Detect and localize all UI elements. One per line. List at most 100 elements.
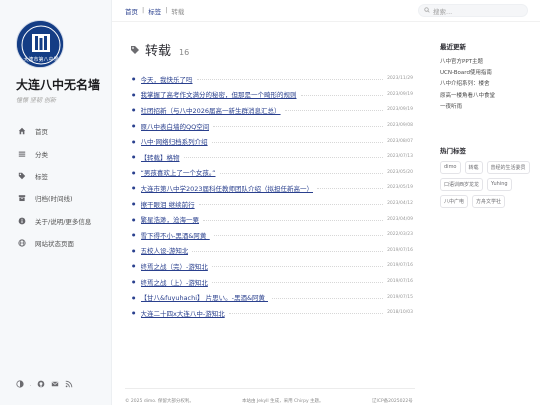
post-item[interactable]: ● “男孩喜欢上了一个女孩。” 2023/05/20	[130, 165, 413, 181]
post-item[interactable]: ● 原八中表白墙的QQ空间 2023/09/08	[130, 118, 413, 134]
github-icon[interactable]	[37, 380, 45, 390]
post-item[interactable]: ● 擦干眼泪 继续前行 2023/04/12	[130, 196, 413, 212]
post-item[interactable]: ● 终焉之战（上）-游知北 2019/07/16	[130, 274, 413, 290]
tag-chip[interactable]: 方舟文学社	[472, 195, 506, 208]
post-item[interactable]: ● 我掌握了高考作文满分的秘密，但那是一个畸形的规则 2023/09/19	[130, 87, 413, 103]
leader-dots	[219, 172, 384, 174]
search-placeholder: 搜索...	[433, 7, 453, 16]
post-title-link[interactable]: 原八中表白墙的QQ空间	[141, 121, 210, 131]
recent-update-link[interactable]: 一夜听雨	[440, 102, 535, 113]
bullet-icon: ●	[132, 138, 136, 144]
bullet-icon: ●	[132, 185, 136, 191]
sidebar-bottom	[16, 380, 73, 390]
leader-dots	[213, 235, 384, 237]
email-icon[interactable]	[51, 380, 59, 390]
footer-copyright: © 2025 dimo. 保留大部分权利。	[125, 399, 194, 404]
post-date: 2023/07/13	[387, 154, 413, 160]
tag-chip[interactable]: 曾经的生活委员	[486, 161, 530, 174]
bullet-icon: ●	[132, 232, 136, 238]
nav-item-tags[interactable]: 标签	[0, 165, 112, 187]
theme-toggle-icon[interactable]	[16, 380, 24, 390]
post-list: ● 今天，我快乐了吗 2023/11/29 ● 我掌握了高考作文满分的秘密，但那是一个畸…	[130, 71, 413, 321]
post-item[interactable]: ● 【甘八&fuyuhachi】 片思い。-黑酒&阿黄_ 2019/07/15	[130, 289, 413, 305]
nav-item-home[interactable]: 首页	[0, 120, 112, 142]
post-date: 2023/09/08	[387, 123, 413, 129]
tag-chip[interactable]: dimo	[440, 161, 461, 174]
post-title-link[interactable]: 【甘八&fuyuhachi】 片思い。-黑酒&阿黄_	[141, 292, 269, 302]
search-box[interactable]: 搜索...	[418, 4, 528, 17]
logo-text: 大連市第八中學	[23, 56, 58, 63]
post-title-link[interactable]: 五校人设-游知北	[141, 245, 189, 255]
post-title-link[interactable]: 擦干眼泪 继续前行	[141, 199, 195, 209]
trending-tags-title: 热门标签	[440, 147, 466, 155]
footer-divider	[125, 388, 415, 389]
post-title-link[interactable]: 终焉之战（上）-游知北	[141, 277, 208, 287]
nav-label: 关于/说明/更多信息	[35, 217, 92, 226]
post-title-link[interactable]: 社团招新（与八中2026届高一新生群消息汇总）	[141, 105, 281, 115]
bullet-icon: ●	[132, 123, 136, 129]
leader-dots	[211, 141, 384, 143]
post-title-link[interactable]: 终焉之战（完）-游知北	[141, 261, 208, 271]
info-icon	[17, 216, 26, 225]
site-title[interactable]: 大连八中无名墙	[16, 78, 110, 92]
rss-icon[interactable]	[65, 380, 73, 390]
post-date: 2023/11/29	[387, 76, 413, 82]
nav-item-categories[interactable]: 分类	[0, 142, 112, 164]
post-item[interactable]: ● 繁星浩渺，沧海一粟 2023/04/09	[130, 211, 413, 227]
leader-dots	[213, 126, 384, 128]
page-title: 转载	[145, 44, 172, 59]
footer-icp[interactable]: 辽ICP备2025022号	[372, 398, 413, 404]
recent-update-link[interactable]: 八中介绍系列：楼舍	[440, 79, 535, 90]
categories-icon	[17, 149, 26, 158]
post-date: 2023/04/09	[387, 216, 413, 222]
post-title-link[interactable]: 雪下得不小-黑酒&阿黄_	[141, 230, 210, 240]
nav-item-about[interactable]: 关于/说明/更多信息	[0, 210, 112, 232]
post-title-link[interactable]: 繁星浩渺，沧海一粟	[141, 214, 200, 224]
tag-chip[interactable]: 转载	[464, 161, 483, 174]
post-item[interactable]: ● 【转载】格物 2023/07/13	[130, 149, 413, 165]
nav-item-archives[interactable]: 归档(时间线)	[0, 187, 112, 209]
post-item[interactable]: ● 五校人设-游知北 2019/07/16	[130, 243, 413, 259]
leader-dots	[211, 266, 384, 268]
leader-dots	[198, 204, 384, 206]
recent-update-link[interactable]: 八中官方PPT主题	[440, 57, 535, 68]
nav-item-status[interactable]: 网站状态页面	[0, 232, 112, 254]
recent-updates-title: 最近更新	[440, 43, 466, 51]
tag-chip[interactable]: 八中广电	[440, 195, 469, 208]
tag-chip[interactable]: Yuhing	[487, 178, 512, 191]
post-date: 2022/03/23	[387, 232, 413, 238]
post-date: 2023/04/12	[387, 201, 413, 207]
post-title-link[interactable]: 今天，我快乐了吗	[141, 74, 193, 84]
post-title-link[interactable]: “男孩喜欢上了一个女孩。”	[141, 167, 216, 177]
recent-updates-panel: 最近更新 八中官方PPT主题 UCN-Board使用指南 八中介绍系列：楼舍 原高一楼…	[440, 41, 535, 113]
tag-chip[interactable]: 口语训西岁龙龙	[440, 178, 484, 191]
post-item[interactable]: ● 终焉之战（完）-游知北 2019/07/16	[130, 258, 413, 274]
post-item[interactable]: ● 雪下得不小-黑酒&阿黄_ 2022/03/23	[130, 227, 413, 243]
bullet-icon: ●	[132, 91, 136, 97]
recent-update-link[interactable]: 原高一楼角看八中食堂	[440, 91, 535, 102]
post-item[interactable]: ● 大连市第八中学2023届科任教师团队介绍（拟担任新高一） 2023/05/19	[130, 180, 413, 196]
post-title-link[interactable]: 我掌握了高考作文满分的秘密，但那是一个畸形的规则	[141, 89, 297, 99]
leader-dots	[272, 297, 384, 299]
leader-dots	[211, 282, 384, 284]
post-title-link[interactable]: 【转载】格物	[141, 152, 180, 162]
recent-update-link[interactable]: UCN-Board使用指南	[440, 68, 535, 79]
recent-updates-list: 八中官方PPT主题 UCN-Board使用指南 八中介绍系列：楼舍 原高一楼角看八中食…	[440, 57, 535, 113]
breadcrumb-separator: |	[142, 6, 145, 14]
tags-icon	[17, 171, 26, 180]
post-title-link[interactable]: 大连市第八中学2023届科任教师团队介绍（拟担任新高一）	[141, 183, 314, 193]
post-item[interactable]: ● 大连二十四x大连八中-游知北 2018/10/03	[130, 305, 413, 321]
bullet-icon: ●	[132, 310, 136, 316]
post-title-link[interactable]: 八中·网络归档系列介绍	[141, 136, 208, 146]
post-date: 2019/07/16	[387, 263, 413, 269]
breadcrumb: 首页 | 标签 | 转载	[125, 6, 184, 16]
post-date: 2023/08/07	[387, 138, 413, 144]
breadcrumb-tags[interactable]: 标签	[148, 6, 161, 16]
post-title-link[interactable]: 大连二十四x大连八中-游知北	[141, 308, 225, 318]
post-item[interactable]: ● 今天，我快乐了吗 2023/11/29	[130, 71, 413, 87]
site-logo[interactable]: 大連市第八中學	[16, 20, 64, 68]
post-item[interactable]: ● 社团招新（与八中2026届高一新生群消息汇总） 2023/09/19	[130, 102, 413, 118]
breadcrumb-home[interactable]: 首页	[125, 6, 138, 16]
post-item[interactable]: ● 八中·网络归档系列介绍 2023/08/07	[130, 133, 413, 149]
nav-label: 归档(时间线)	[35, 195, 73, 204]
